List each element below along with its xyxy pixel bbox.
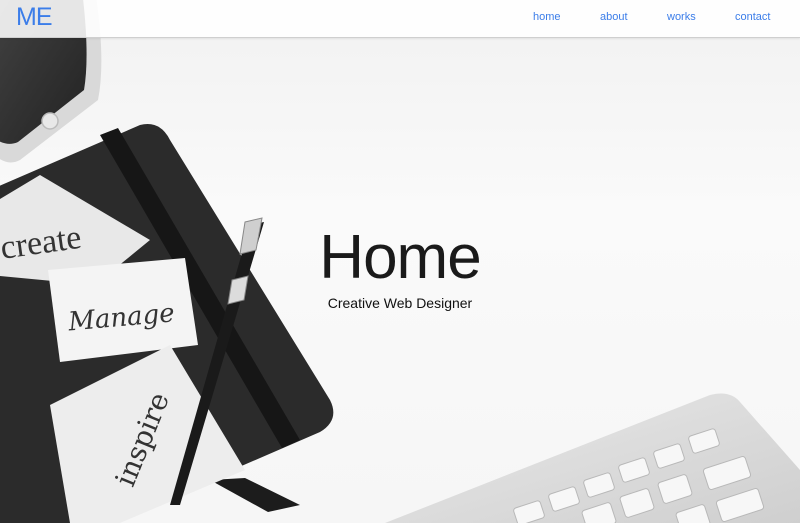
keyboard-image (385, 393, 800, 523)
top-navbar: ME home about works contact (0, 0, 800, 38)
nav-link-home[interactable]: home (533, 11, 561, 23)
nav-link-works[interactable]: works (667, 11, 696, 23)
nav-link-contact[interactable]: contact (735, 11, 770, 23)
brand-logo-link[interactable]: ME (16, 3, 52, 32)
hero-subtitle: Creative Web Designer (327, 295, 473, 311)
nav-link-about[interactable]: about (600, 11, 628, 23)
hero-section: create Manage inspire Home Creative Web … (0, 0, 800, 523)
hero-title: Home (319, 223, 481, 292)
